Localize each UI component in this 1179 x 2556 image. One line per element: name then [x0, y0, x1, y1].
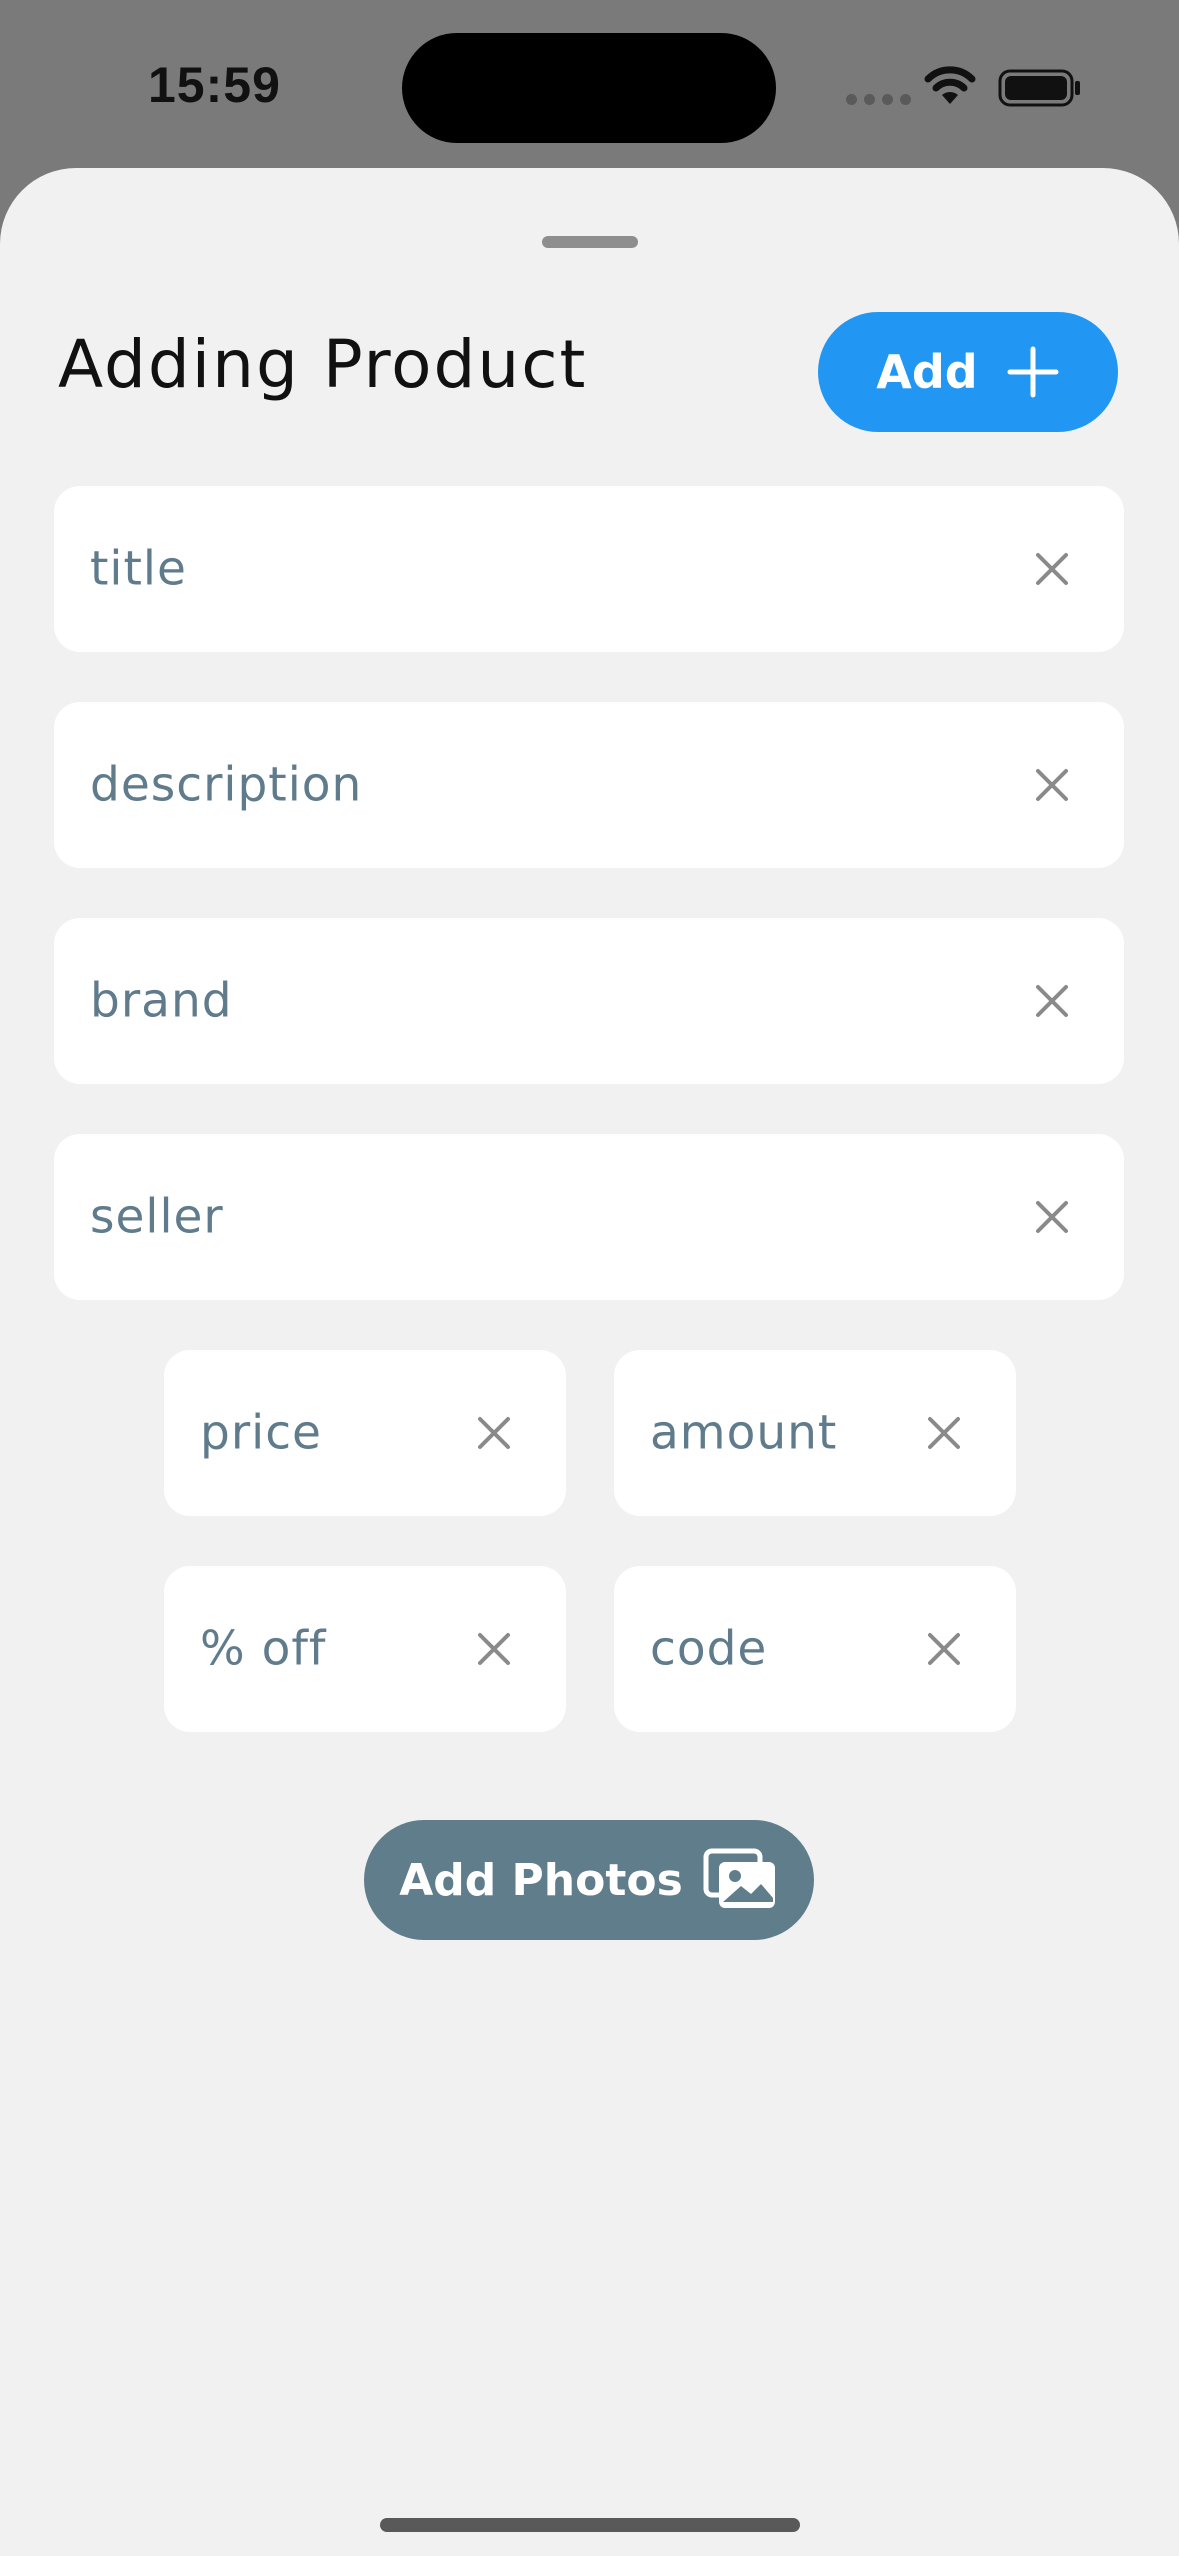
brand-field[interactable]: brand [54, 918, 1124, 1084]
close-icon[interactable] [1032, 549, 1072, 589]
close-icon[interactable] [924, 1629, 964, 1669]
close-icon[interactable] [1032, 1197, 1072, 1237]
plus-icon [1007, 346, 1059, 398]
photos-icon [703, 1848, 775, 1908]
percent-off-field[interactable]: % off [164, 1566, 566, 1732]
close-icon[interactable] [924, 1413, 964, 1453]
code-placeholder: code [650, 1621, 768, 1677]
wifi-icon [924, 66, 976, 104]
price-field[interactable]: price [164, 1350, 566, 1516]
page-title: Adding Product [58, 326, 588, 403]
dynamic-island [402, 33, 776, 143]
add-button[interactable]: Add [818, 312, 1118, 432]
add-photos-label: Add Photos [399, 1854, 683, 1906]
status-bar: 15:59 [0, 0, 1179, 170]
seller-placeholder: seller [90, 1189, 224, 1245]
home-indicator [380, 2518, 800, 2532]
brand-placeholder: brand [90, 973, 233, 1029]
close-icon[interactable] [474, 1413, 514, 1453]
status-time: 15:59 [148, 57, 281, 113]
add-button-label: Add [876, 345, 978, 399]
add-photos-button[interactable]: Add Photos [364, 1820, 814, 1940]
title-field[interactable]: title [54, 486, 1124, 652]
sheet-grabber[interactable] [542, 236, 638, 248]
battery-icon [998, 69, 1080, 107]
add-product-sheet: Adding Product Add title description bra… [0, 168, 1179, 2556]
seller-field[interactable]: seller [54, 1134, 1124, 1300]
description-placeholder: description [90, 757, 363, 813]
percent-off-placeholder: % off [200, 1621, 327, 1677]
amount-placeholder: amount [650, 1405, 838, 1461]
close-icon[interactable] [474, 1629, 514, 1669]
price-placeholder: price [200, 1405, 322, 1461]
code-field[interactable]: code [614, 1566, 1016, 1732]
description-field[interactable]: description [54, 702, 1124, 868]
close-icon[interactable] [1032, 981, 1072, 1021]
close-icon[interactable] [1032, 765, 1072, 805]
cellular-signal-icon [846, 94, 911, 105]
title-placeholder: title [90, 541, 187, 597]
amount-field[interactable]: amount [614, 1350, 1016, 1516]
